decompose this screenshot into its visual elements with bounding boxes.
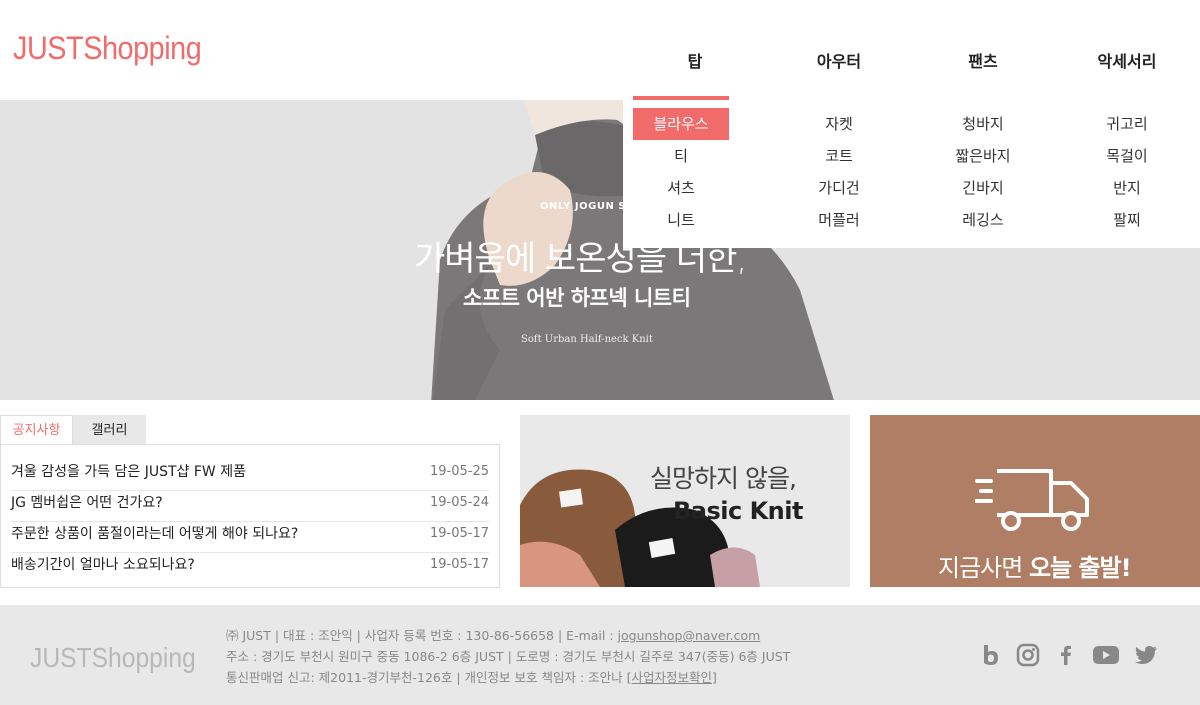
footer-logo[interactable]: JUSTShopping	[30, 642, 196, 674]
dropdown-column-accessory: 귀고리 목걸이 반지 팔찌	[1055, 108, 1199, 248]
hero-subtitle: ONLY JOGUN ST	[540, 201, 634, 212]
list-item[interactable]: JG 멤버쉽은 어떤 건가요? 19-05-24	[11, 491, 489, 522]
company-info-text: ]	[711, 670, 717, 685]
list-item[interactable]: 배송기간이 얼마나 소요되나요? 19-05-17	[11, 553, 489, 584]
company-info-text: 통신판매업 신고: 제2011-경기부천-126호 | 개인정보 보호 책임자 …	[226, 670, 632, 685]
banner-text-light: 지금사면	[938, 554, 1029, 582]
basic-knit-banner[interactable]: 실망하지 않을, Basic Knit	[520, 415, 850, 587]
dropdown-item-knit[interactable]: 니트	[633, 204, 729, 236]
notice-tabs: 공지사항 갤러리	[0, 415, 500, 444]
notice-date: 19-05-24	[429, 495, 489, 510]
nav-item-accessory[interactable]: 악세서리	[1055, 0, 1199, 100]
dropdown-column-top: 블라우스 티 셔츠 니트	[623, 108, 767, 248]
notice-title: 겨울 감성을 가득 담은 JUST샵 FW 제품	[11, 464, 246, 480]
notice-title: 배송기간이 얼마나 소요되나요?	[11, 557, 195, 573]
hero-caption: Soft Urban Half-neck Knit	[521, 334, 653, 345]
header: JUSTShopping 탑 아우터 팬츠 악세서리	[0, 0, 1200, 100]
banner-title: Basic Knit	[673, 497, 803, 525]
tab-notice[interactable]: 공지사항	[0, 415, 73, 444]
banner-text: 지금사면 오늘 출발!	[938, 548, 1132, 583]
notice-date: 19-05-17	[429, 526, 489, 541]
notice-title: 주문한 상품이 품절이라는데 어떻게 해야 되나요?	[11, 526, 299, 542]
dropdown-item-muffler[interactable]: 머플러	[818, 204, 859, 236]
dropdown-item-leggings[interactable]: 레깅스	[962, 204, 1003, 236]
social-links	[978, 643, 1158, 667]
footer: JUSTShopping ㈜ JUST | 대표 : 조안익 | 사업자 등록 …	[0, 605, 1200, 705]
instagram-icon[interactable]	[1016, 643, 1040, 667]
dropdown-column-outer: 자켓 코트 가디건 머플러	[767, 108, 911, 248]
youtube-icon[interactable]	[1092, 643, 1120, 667]
dropdown-item-blouse[interactable]: 블라우스	[633, 108, 729, 140]
list-item[interactable]: 주문한 상품이 품절이라는데 어떻게 해야 되나요? 19-05-17	[11, 522, 489, 553]
main-nav: 탑 아우터 팬츠 악세서리	[623, 0, 1200, 100]
notice-date: 19-05-25	[429, 464, 489, 479]
delivery-truck-icon	[975, 469, 1089, 531]
banner-headline: 실망하지 않을,	[650, 464, 797, 493]
dropdown-item-earrings[interactable]: 귀고리	[1106, 108, 1147, 140]
twitter-icon[interactable]	[1134, 643, 1158, 667]
company-info-line-2: 주소 : 경기도 부천시 원미구 중동 1086-2 6층 JUST | 도로명…	[226, 649, 791, 664]
dropdown-item-coat[interactable]: 코트	[825, 140, 853, 172]
tab-gallery[interactable]: 갤러리	[73, 415, 146, 444]
facebook-icon[interactable]	[1054, 643, 1078, 667]
business-info-link[interactable]: 사업자정보확인	[631, 670, 712, 685]
company-info-line-3: 통신판매업 신고: 제2011-경기부천-126호 | 개인정보 보호 책임자 …	[226, 667, 790, 688]
dropdown-item-long-pants[interactable]: 긴바지	[962, 172, 1003, 204]
dropdown-item-cardigan[interactable]: 가디건	[818, 172, 859, 204]
nav-dropdown: 블라우스 티 셔츠 니트 자켓 코트 가디건 머플러 청바지 짧은바지 긴바지 …	[623, 100, 1200, 248]
blog-icon[interactable]	[978, 643, 1002, 667]
notice-list: 겨울 감성을 가득 담은 JUST샵 FW 제품 19-05-25 JG 멤버쉽…	[0, 444, 500, 588]
dropdown-column-pants: 청바지 짧은바지 긴바지 레깅스	[911, 108, 1055, 248]
company-info-line-1: ㈜ JUST | 대표 : 조안익 | 사업자 등록 번호 : 130-86-5…	[226, 625, 790, 646]
notice-board: 공지사항 갤러리 겨울 감성을 가득 담은 JUST샵 FW 제품 19-05-…	[0, 415, 500, 588]
dropdown-item-tee[interactable]: 티	[633, 140, 729, 172]
email-link[interactable]: jogunshop@naver.com	[618, 628, 761, 643]
dropdown-item-bracelet[interactable]: 팔찌	[1113, 204, 1141, 236]
dropdown-item-shirt[interactable]: 셔츠	[633, 172, 729, 204]
list-item[interactable]: 겨울 감성을 가득 담은 JUST샵 FW 제품 19-05-25	[11, 460, 489, 491]
dropdown-item-jacket[interactable]: 자켓	[825, 108, 853, 140]
notice-date: 19-05-17	[429, 557, 489, 572]
notice-title: JG 멤버쉽은 어떤 건가요?	[11, 495, 163, 511]
banner-text-bold: 오늘 출발!	[1028, 554, 1132, 582]
company-info: ㈜ JUST | 대표 : 조안익 | 사업자 등록 번호 : 130-86-5…	[226, 625, 790, 688]
site-logo[interactable]: JUSTShopping	[13, 30, 202, 67]
delivery-banner[interactable]: 지금사면 오늘 출발!	[870, 415, 1200, 587]
hero-title: 소프트 어반 하프넥 니트티	[463, 286, 691, 310]
nav-item-outer[interactable]: 아우터	[767, 0, 911, 100]
page: JUSTShopping 탑 아우터 팬츠 악세서리 ONLY JOGUN ST…	[0, 0, 1200, 705]
dropdown-item-jeans[interactable]: 청바지	[962, 108, 1003, 140]
company-info-text: ㈜ JUST | 대표 : 조안익 | 사업자 등록 번호 : 130-86-5…	[226, 628, 618, 643]
nav-item-pants[interactable]: 팬츠	[911, 0, 1055, 100]
dropdown-item-necklace[interactable]: 목걸이	[1106, 140, 1147, 172]
dropdown-item-ring[interactable]: 반지	[1113, 172, 1141, 204]
dropdown-item-shorts[interactable]: 짧은바지	[955, 140, 1010, 172]
nav-item-top[interactable]: 탑	[623, 0, 767, 100]
